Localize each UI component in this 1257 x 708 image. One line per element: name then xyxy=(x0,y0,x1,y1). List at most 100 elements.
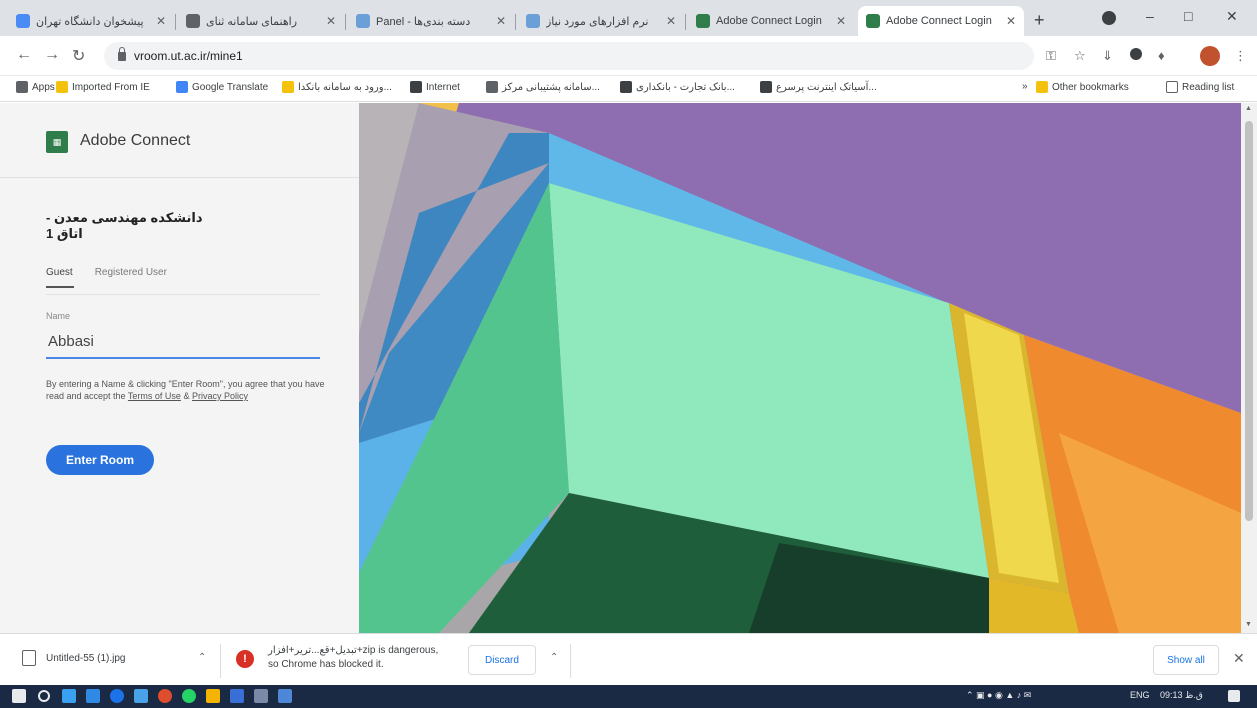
close-tab-icon[interactable]: ✕ xyxy=(496,14,506,28)
reload-icon[interactable]: ↻ xyxy=(72,46,85,66)
edge-icon[interactable] xyxy=(62,689,76,703)
clock[interactable]: 09:13 ق.ظ xyxy=(1160,690,1203,701)
app-icon-4[interactable] xyxy=(278,689,292,703)
tray-icons[interactable]: ⌃ ▣ ● ◉ ▲ ♪ ✉ xyxy=(966,690,1031,701)
close-shelf-icon[interactable]: ✕ xyxy=(1233,650,1245,667)
name-input[interactable] xyxy=(46,325,320,359)
app-icon-3[interactable] xyxy=(254,689,268,703)
privacy-policy-link[interactable]: Privacy Policy xyxy=(192,391,248,401)
scroll-down-icon[interactable]: ▼ xyxy=(1245,621,1252,628)
tab-favicon-icon xyxy=(16,14,30,28)
key-icon[interactable]: ⚿ xyxy=(1046,48,1056,64)
bookmark-icon xyxy=(620,81,632,93)
browser-tab-2[interactable]: Panel - دسته بندی‌ها ✕ xyxy=(348,6,514,36)
browser-tab-5[interactable]: Adobe Connect Login ✕ xyxy=(858,6,1024,36)
search-icon[interactable] xyxy=(38,690,50,702)
minimize-icon[interactable]: – xyxy=(1146,8,1154,24)
app-icon-1[interactable] xyxy=(110,689,124,703)
close-tab-icon[interactable]: ✕ xyxy=(666,14,676,28)
show-all-button[interactable]: Show all xyxy=(1153,645,1219,675)
geometric-artwork xyxy=(359,103,1241,633)
chevron-up-icon-2[interactable]: ⌃ xyxy=(550,652,558,663)
background-artwork xyxy=(359,103,1241,633)
brand-name: Adobe Connect xyxy=(80,132,191,149)
consent-text: By entering a Name & clicking "Enter Roo… xyxy=(46,379,325,401)
discard-button[interactable]: Discard xyxy=(468,645,536,675)
bookmark-item-5[interactable]: سامانه پشتیبانی مرکز... xyxy=(486,81,600,93)
login-panel: ▦ Adobe Connect دانشکده مهندسی معدن - ات… xyxy=(0,103,359,633)
back-icon[interactable]: ← xyxy=(16,46,32,64)
close-tab-icon[interactable]: ✕ xyxy=(326,14,336,28)
tab-title: Adobe Connect Login xyxy=(716,15,822,27)
other-bookmarks[interactable]: Other bookmarks xyxy=(1036,81,1129,93)
bookmark-icon xyxy=(176,81,188,93)
bookmark-item-6[interactable]: بانک تجارت - بانکداری... xyxy=(620,81,735,93)
terms-of-use-link[interactable]: Terms of Use xyxy=(128,391,181,401)
browser-tab-4[interactable]: Adobe Connect Login ✕ xyxy=(688,6,854,36)
tab-separator xyxy=(345,14,346,30)
scroll-up-icon[interactable]: ▲ xyxy=(1245,105,1252,112)
language-indicator[interactable]: ENG xyxy=(1130,690,1150,700)
bookmark-item-1[interactable]: Imported From IE xyxy=(56,81,150,93)
profile-avatar[interactable] xyxy=(1200,46,1220,66)
tab-favicon-icon xyxy=(696,14,710,28)
tab-favicon-icon xyxy=(356,14,370,28)
scrollbar-thumb[interactable] xyxy=(1245,121,1253,521)
tab-guest[interactable]: Guest xyxy=(46,267,74,288)
download-divider-2 xyxy=(570,644,571,678)
bookmark-icon xyxy=(486,81,498,93)
app-icon-2[interactable] xyxy=(158,689,172,703)
extension-icon[interactable] xyxy=(1130,48,1142,60)
menu-icon[interactable]: ⋮ xyxy=(1234,48,1247,64)
mail-icon[interactable] xyxy=(134,689,148,703)
login-tabs: Guest Registered User xyxy=(46,267,167,288)
bookmarks-overflow-icon[interactable]: » xyxy=(1022,81,1028,92)
bookmarks-bar: Apps Imported From IE Google Translate ورود… xyxy=(0,76,1257,102)
page-scrollbar[interactable]: ▲ ▼ xyxy=(1241,103,1257,633)
browser-tab-0[interactable]: پیشخوان دانشگاه تهران ✕ xyxy=(8,6,174,36)
close-tab-icon[interactable]: ✕ xyxy=(156,14,166,28)
reading-list-icon xyxy=(1166,81,1178,93)
puzzle-icon[interactable]: ♦ xyxy=(1158,48,1165,63)
file-explorer-icon[interactable] xyxy=(206,689,220,703)
bookmark-icon xyxy=(282,81,294,93)
bookmark-item-7[interactable]: آسیاتک اینترنت پرسرع... xyxy=(760,81,877,93)
download-item-image[interactable]: Untitled-55 (1).jpg xyxy=(22,650,125,666)
maximize-icon[interactable]: □ xyxy=(1184,8,1192,24)
account-icon[interactable] xyxy=(1102,11,1116,25)
word-icon[interactable] xyxy=(230,689,244,703)
brand-header: ▦ Adobe Connect xyxy=(0,103,359,178)
bookmark-item-2[interactable]: Google Translate xyxy=(176,81,268,93)
forward-icon[interactable]: → xyxy=(44,46,60,64)
address-bar[interactable]: vroom.ut.ac.ir/mine1 xyxy=(104,42,1034,70)
enter-room-button[interactable]: Enter Room xyxy=(46,445,154,475)
browser-toolbar: ← → ↻ vroom.ut.ac.ir/mine1 ⚿ ☆ ⇓ ♦ ⋮ xyxy=(0,36,1257,76)
store-icon[interactable] xyxy=(86,689,100,703)
blocked-download-message: تبدیل+قع...تریر+افزار+zip is dangerous, … xyxy=(268,645,439,670)
folder-icon xyxy=(1036,81,1048,93)
new-tab-button[interactable]: + xyxy=(1034,10,1045,31)
bookmark-star-icon[interactable]: ☆ xyxy=(1074,48,1086,64)
tab-favicon-icon xyxy=(866,14,880,28)
notifications-icon[interactable] xyxy=(1228,690,1240,702)
download-icon[interactable]: ⇓ xyxy=(1102,48,1113,64)
image-file-icon xyxy=(22,650,36,666)
download-filename: Untitled-55 (1).jpg xyxy=(46,652,126,664)
bookmark-item-3[interactable]: ورود به سامانه بانکدا... xyxy=(282,81,392,93)
bookmark-item-4[interactable]: Internet xyxy=(410,81,460,93)
whatsapp-icon[interactable] xyxy=(182,689,196,703)
tab-registered-user[interactable]: Registered User xyxy=(95,267,167,288)
reading-list[interactable]: Reading list xyxy=(1166,81,1234,93)
close-tab-icon[interactable]: ✕ xyxy=(1006,14,1016,28)
danger-icon: ! xyxy=(236,650,254,668)
close-window-icon[interactable]: ✕ xyxy=(1226,8,1238,25)
tab-title: پیشخوان دانشگاه تهران xyxy=(36,15,144,28)
browser-tab-3[interactable]: نرم افزارهای مورد نیاز ✕ xyxy=(518,6,684,36)
chevron-up-icon[interactable]: ⌃ xyxy=(198,652,206,663)
windows-start-icon[interactable] xyxy=(12,689,26,703)
url-text: vroom.ut.ac.ir/mine1 xyxy=(134,49,243,63)
close-tab-icon[interactable]: ✕ xyxy=(836,14,846,28)
bookmark-icon xyxy=(56,81,68,93)
browser-tab-1[interactable]: راهنمای سامانه ثنای ✕ xyxy=(178,6,344,36)
bookmark-item-0[interactable]: Apps xyxy=(16,81,55,93)
